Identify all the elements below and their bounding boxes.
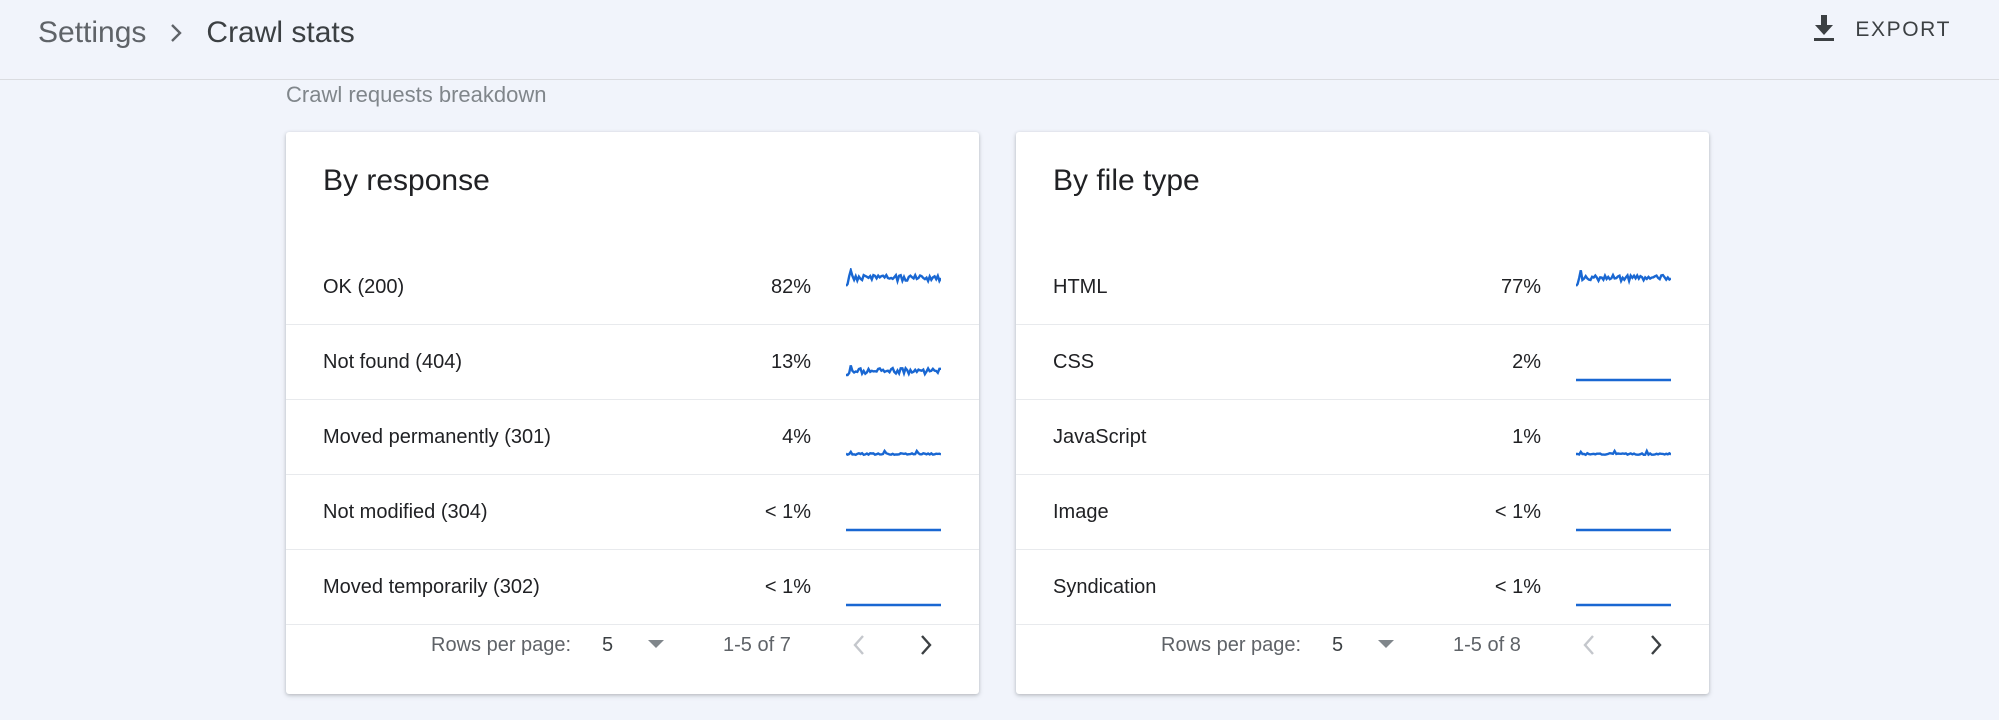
chevron-left-icon: [853, 635, 864, 655]
sparkline-path: [1576, 270, 1671, 287]
table-row[interactable]: Moved permanently (301) 4%: [286, 400, 979, 475]
row-label: Moved permanently (301): [323, 426, 551, 448]
row-value: 4%: [782, 426, 811, 448]
sparkline-path: [1576, 448, 1671, 457]
rows-per-page-value: 5: [602, 633, 614, 656]
section-title: Crawl requests breakdown: [286, 82, 547, 107]
pagination-range: 1-5 of 8: [1453, 634, 1521, 656]
sparkline-chart: [846, 268, 941, 287]
row-value: < 1%: [1494, 576, 1541, 598]
row-value: 2%: [1512, 351, 1541, 373]
row-value: 82%: [770, 276, 811, 298]
rows-per-page-value: 5: [1332, 633, 1344, 656]
prev-page-button[interactable]: [843, 629, 875, 661]
rows-per-page-label: Rows per page:: [431, 634, 572, 656]
sparkline-path: [846, 268, 941, 287]
card-title: By file type: [1053, 164, 1200, 197]
sparkline-chart: [1576, 528, 1671, 532]
sparkline-chart: [846, 603, 941, 607]
prev-page-button[interactable]: [1573, 629, 1605, 661]
chevron-right-icon: [921, 635, 932, 655]
table-row[interactable]: OK (200) 82%: [286, 250, 979, 325]
row-label: OK (200): [323, 276, 405, 298]
card-by-file-type: By file type HTML 77% CSS 2% JavaScript …: [1016, 132, 1709, 694]
row-label: Moved temporarily (302): [323, 576, 540, 598]
page-title: Crawl stats: [206, 16, 355, 49]
row-value: < 1%: [764, 576, 811, 598]
sparkline-chart: [1576, 378, 1671, 382]
rows-per-page-label: Rows per page:: [1161, 634, 1302, 656]
table-row[interactable]: Syndication < 1%: [1016, 550, 1709, 625]
card-by-response: By response OK (200) 82% Not found (404)…: [286, 132, 979, 694]
sparkline-chart: [846, 365, 941, 378]
pagination: Rows per page: 5 1-5 of 8: [1016, 620, 1709, 670]
row-label: HTML: [1053, 276, 1108, 298]
row-value: 77%: [1500, 276, 1541, 298]
arrow-drop-down-icon: [647, 636, 665, 654]
pagination-range: 1-5 of 7: [723, 634, 791, 656]
row-value: < 1%: [764, 501, 811, 523]
row-label: Not modified (304): [323, 501, 488, 523]
table-row[interactable]: JavaScript 1%: [1016, 400, 1709, 475]
breakdown-list: HTML 77% CSS 2% JavaScript 1% Image < 1%…: [1016, 250, 1709, 625]
sparkline-chart: [1576, 270, 1671, 287]
next-page-button[interactable]: [910, 629, 942, 661]
arrow-drop-down-icon: [1377, 636, 1395, 654]
row-value: 13%: [770, 351, 811, 373]
sparkline-path: [846, 448, 941, 457]
breadcrumb-settings[interactable]: Settings: [38, 16, 146, 50]
breadcrumb: Settings Crawl stats: [38, 12, 355, 54]
sparkline-chart: [1576, 448, 1671, 457]
sparkline-path: [846, 365, 941, 378]
rows-per-page-select[interactable]: 5: [601, 620, 681, 670]
pagination: Rows per page: 5 1-5 of 7: [286, 620, 979, 670]
table-row[interactable]: Not found (404) 13%: [286, 325, 979, 400]
row-value: 1%: [1512, 426, 1541, 448]
row-label: Syndication: [1053, 576, 1157, 598]
rows-per-page-select[interactable]: 5: [1331, 620, 1411, 670]
breakdown-list: OK (200) 82% Not found (404) 13% Moved p…: [286, 250, 979, 625]
download-icon: [1811, 13, 1837, 48]
row-label: JavaScript: [1053, 426, 1147, 448]
export-button[interactable]: EXPORT: [1811, 12, 1951, 48]
card-title: By response: [323, 164, 490, 197]
chevron-right-icon: [146, 12, 206, 54]
chevron-left-icon: [1583, 635, 1594, 655]
sparkline-chart: [846, 528, 941, 532]
table-row[interactable]: CSS 2%: [1016, 325, 1709, 400]
row-label: CSS: [1053, 351, 1095, 373]
table-row[interactable]: Image < 1%: [1016, 475, 1709, 550]
row-value: < 1%: [1494, 501, 1541, 523]
chevron-right-icon: [1651, 635, 1662, 655]
row-label: Not found (404): [323, 351, 462, 373]
sparkline-chart: [1576, 603, 1671, 607]
page-header: Settings Crawl stats EXPORT: [0, 0, 1999, 80]
table-row[interactable]: Moved temporarily (302) < 1%: [286, 550, 979, 625]
row-label: Image: [1053, 501, 1109, 523]
sparkline-chart: [846, 448, 941, 457]
export-label: EXPORT: [1855, 18, 1951, 41]
next-page-button[interactable]: [1640, 629, 1672, 661]
table-row[interactable]: HTML 77%: [1016, 250, 1709, 325]
table-row[interactable]: Not modified (304) < 1%: [286, 475, 979, 550]
